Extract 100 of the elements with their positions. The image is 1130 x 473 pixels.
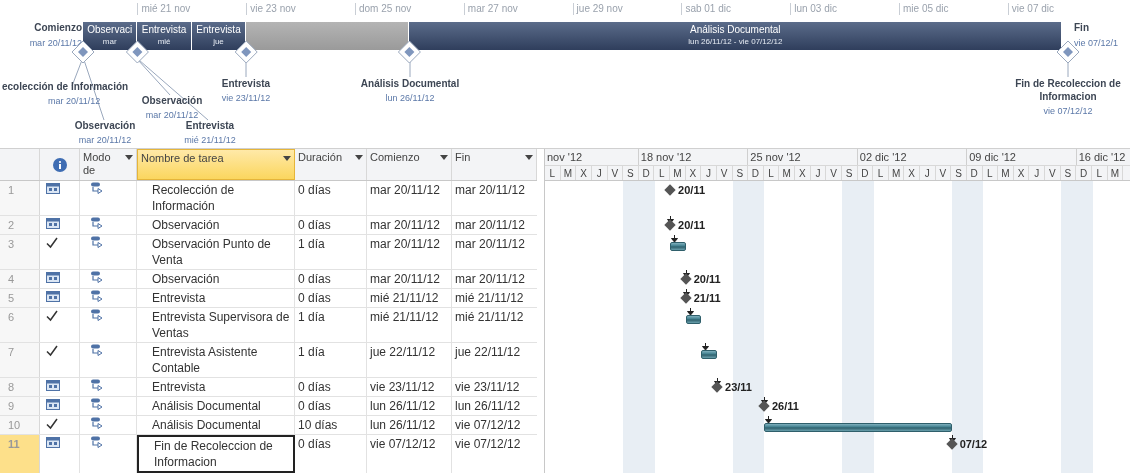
column-header[interactable]: Fin xyxy=(452,149,537,180)
task-name-cell[interactable]: Entrevista xyxy=(137,289,295,307)
milestone-marker-icon[interactable] xyxy=(758,400,770,412)
task-name-cell[interactable]: Entrevista xyxy=(137,378,295,396)
column-header[interactable]: Comienzo xyxy=(367,149,452,180)
date-tick: dom 25 nov xyxy=(355,3,412,15)
milestone-date: lun 26/11/12 xyxy=(385,92,435,104)
day-label: J xyxy=(810,166,827,180)
day-label: V xyxy=(1045,166,1061,180)
day-label: M xyxy=(779,166,795,180)
task-name-cell[interactable]: Observación xyxy=(137,270,295,288)
day-label: D xyxy=(966,166,983,180)
day-label: J xyxy=(1029,166,1045,180)
auto-schedule-icon xyxy=(90,271,104,285)
dropdown-icon xyxy=(525,155,533,160)
date-tick: mié 21 nov xyxy=(137,3,191,15)
milestone-date: vie 23/11/12 xyxy=(221,92,271,104)
day-label: M xyxy=(998,166,1014,180)
finish-label: Fin xyxy=(1074,22,1089,34)
auto-schedule-icon xyxy=(90,379,104,393)
week-label: 18 nov '12 xyxy=(638,149,749,165)
start-cell: lun 26/11/12 xyxy=(367,416,452,434)
milestone-name: ecolección de Información xyxy=(2,80,129,93)
day-label: J xyxy=(591,166,608,180)
day-label: S xyxy=(951,166,967,180)
connector-arrow-icon xyxy=(764,416,772,423)
connector-arrow-icon xyxy=(671,235,679,242)
day-label: J xyxy=(701,166,717,180)
milestone-marker-icon[interactable] xyxy=(664,219,676,231)
task-bar[interactable] xyxy=(685,315,702,324)
week-label: 25 nov '12 xyxy=(748,149,858,165)
duration-cell: 0 días xyxy=(295,378,367,396)
milestone-date-label: 07/12 xyxy=(959,437,988,451)
task-name-cell[interactable]: Observación xyxy=(137,216,295,234)
task-bar[interactable] xyxy=(670,242,686,251)
duration-cell: 1 día xyxy=(295,235,367,269)
finish-date: vie 07/12/1 xyxy=(1074,37,1119,49)
day-label: S xyxy=(841,166,858,180)
date-tick: lun 03 dic xyxy=(790,3,837,15)
day-label: J xyxy=(920,166,936,180)
milestone-date: mié 21/11/12 xyxy=(184,134,236,146)
start-label: Comienzo xyxy=(34,22,82,34)
leader-line xyxy=(1067,61,1069,78)
dropdown-icon xyxy=(283,156,291,161)
start-cell: vie 23/11/12 xyxy=(367,378,452,396)
date-tick: jue 29 nov xyxy=(572,3,623,15)
day-label: L xyxy=(763,166,780,180)
milestone-marker-icon[interactable] xyxy=(680,292,692,304)
milestone-diamond-icon[interactable] xyxy=(234,40,258,64)
column-header[interactable]: Duración xyxy=(295,149,367,180)
day-label: S xyxy=(732,166,749,180)
milestone-marker-icon[interactable] xyxy=(945,438,958,450)
auto-schedule-icon xyxy=(90,344,104,358)
milestone-diamond-icon[interactable] xyxy=(125,40,149,64)
day-label: D xyxy=(857,166,874,180)
task-name-cell[interactable]: Fin de Recoleccion de Informacion xyxy=(137,435,295,473)
day-label: X xyxy=(904,166,920,180)
milestone-marker-icon[interactable] xyxy=(711,381,723,393)
finish-cell-text: mar 20/11/12 xyxy=(454,182,526,199)
task-name-cell[interactable]: Recolección de Información xyxy=(137,181,295,215)
auto-schedule-icon xyxy=(90,398,104,412)
task-name-cell[interactable]: Análisis Documental xyxy=(137,416,295,434)
milestone-date: mar 20/11/12 xyxy=(145,109,199,121)
milestone-date: mar 20/11/12 xyxy=(78,134,132,146)
day-label: X xyxy=(685,166,702,180)
leader-line xyxy=(409,61,411,78)
dropdown-icon xyxy=(440,155,448,160)
timeline-bar[interactable]: Observaci mar xyxy=(83,22,137,50)
day-label: V xyxy=(826,166,842,180)
duration-cell: 0 días xyxy=(295,397,367,415)
timeline-bar[interactable]: Entrevista jue xyxy=(191,22,246,50)
milestone-diamond-icon[interactable] xyxy=(397,40,421,64)
task-name-cell[interactable]: Entrevista Asistente Contable xyxy=(137,343,295,377)
milestone-date-label: 20/11 xyxy=(678,183,706,197)
milestone-marker-icon[interactable] xyxy=(680,273,692,285)
milestone-date: vie 07/12/12 xyxy=(1043,105,1093,117)
timeline-bar[interactable]: Entrevista mié xyxy=(137,22,191,50)
dropdown-icon xyxy=(125,155,133,160)
milestone-name: Observación xyxy=(141,94,203,107)
day-label: X xyxy=(795,166,811,180)
day-label: S xyxy=(1060,166,1077,180)
auto-schedule-icon xyxy=(90,217,104,231)
milestone-name: Análisis Documental xyxy=(360,77,460,90)
date-tick: mar 27 nov xyxy=(463,3,518,15)
column-header[interactable]: Nombre de tarea xyxy=(137,149,295,180)
start-cell: vie 07/12/12 xyxy=(367,435,452,473)
task-name-cell[interactable]: Análisis Documental xyxy=(137,397,295,415)
day-label: V xyxy=(935,166,952,180)
task-name-cell[interactable]: Observación Punto de Venta xyxy=(137,235,295,269)
milestone-name: Entrevista xyxy=(221,77,271,90)
day-label: L xyxy=(654,166,670,180)
milestone-date-label: 20/11 xyxy=(693,272,721,286)
milestone-marker-icon[interactable] xyxy=(664,184,676,196)
task-name-cell[interactable]: Entrevista Supervisora de Ventas xyxy=(137,308,295,342)
timeline-bar[interactable]: Análisis Documental lun 26/11/12 - vie 07/12/12 xyxy=(409,22,1062,50)
start-cell: lun 26/11/12 xyxy=(367,397,452,415)
date-tick: sab 01 dic xyxy=(681,3,731,15)
task-bar[interactable] xyxy=(701,350,717,359)
week-label: 09 dic '12 xyxy=(967,149,1077,165)
start-cell: mar 20/11/12 xyxy=(367,216,452,234)
